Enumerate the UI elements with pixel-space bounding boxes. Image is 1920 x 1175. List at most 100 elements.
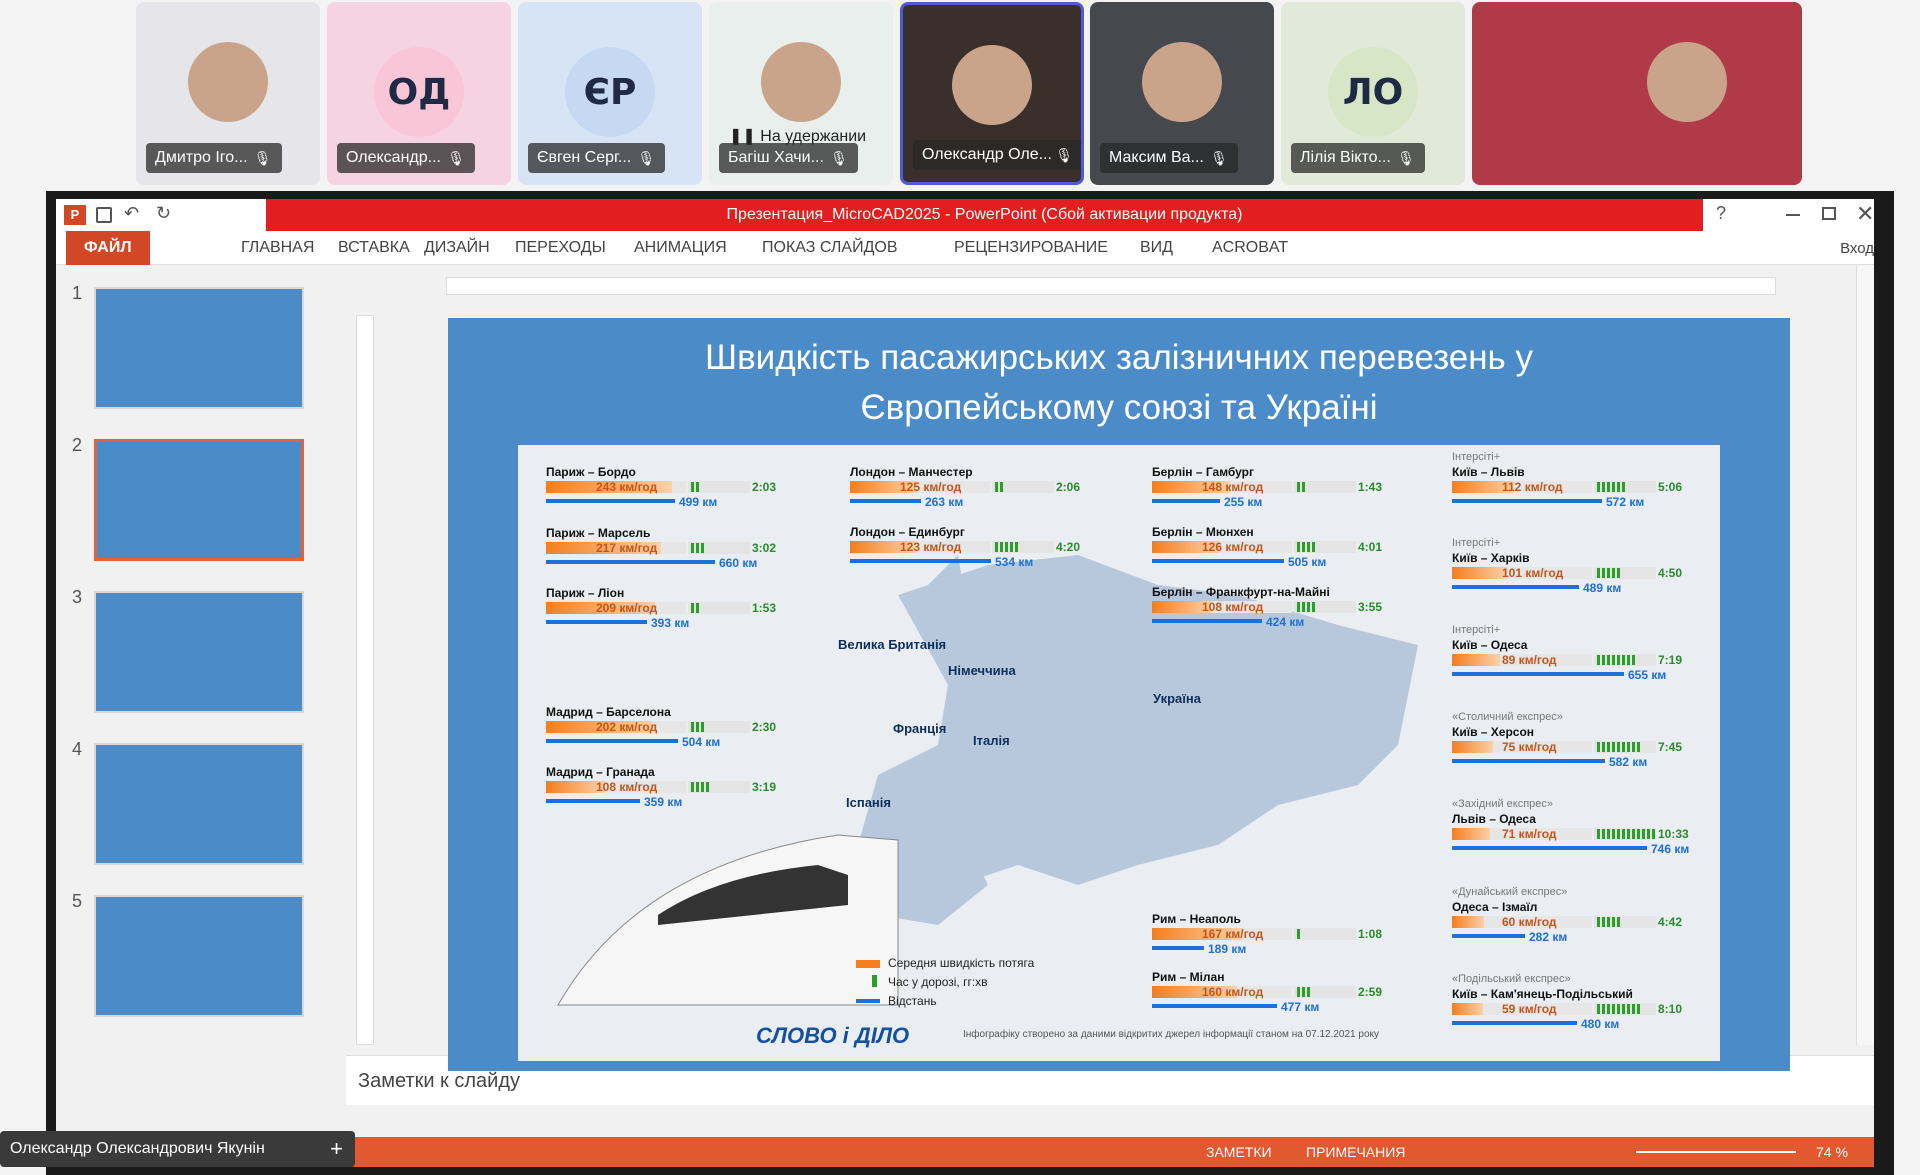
distance-line xyxy=(546,499,675,503)
participant-tile[interactable]: Максим Ва... 🎙 xyxy=(1090,2,1274,185)
slide-thumbnail[interactable] xyxy=(94,287,304,409)
participant-tile[interactable]: ЛО Лілія Вікто... 🎙 xyxy=(1281,2,1465,185)
time-bar xyxy=(688,542,750,554)
ribbon-tab[interactable]: ACROBAT xyxy=(1212,231,1288,265)
mic-muted-icon: 🎙 xyxy=(1210,150,1228,166)
distance-line xyxy=(1152,1004,1277,1008)
distance-value: 746 км xyxy=(1651,842,1690,856)
slide-thumbnail[interactable] xyxy=(94,743,304,865)
time-tick xyxy=(1607,568,1610,578)
avatar-initials: ЛО xyxy=(1328,47,1418,137)
ribbon-tab[interactable]: ФАЙЛ xyxy=(66,231,150,265)
ribbon-tab[interactable]: ПЕРЕХОДЫ xyxy=(515,231,606,265)
route-train-type: «Дунайський експрес» xyxy=(1452,886,1568,898)
time-tick xyxy=(1015,542,1018,552)
participant-tile[interactable]: ❚❚ На удержании Багіш Хачи... 🎙 xyxy=(709,2,893,185)
time-tick xyxy=(696,482,699,492)
time-tick xyxy=(1632,742,1635,752)
route-train-type: Інтерсіті+ xyxy=(1452,624,1501,636)
route-card: Інтерсіті+ Київ – Одеса 89 км/год 7:19 655 к… xyxy=(1452,624,1687,690)
speed-fill xyxy=(1452,916,1484,928)
time-value: 4:20 xyxy=(1056,540,1081,554)
time-tick xyxy=(1297,602,1300,612)
route-train-type: Інтерсіті+ xyxy=(1452,451,1501,463)
distance-line xyxy=(1452,1021,1577,1025)
add-icon[interactable]: + xyxy=(330,1131,343,1167)
speed-bar: 59 км/год xyxy=(1452,1002,1592,1016)
time-tick xyxy=(1597,655,1600,665)
distance-value: 480 км xyxy=(1581,1017,1620,1031)
ribbon-tab[interactable]: ВИД xyxy=(1140,231,1173,265)
time-tick xyxy=(1302,482,1305,492)
time-tick xyxy=(696,543,699,553)
participant-tile[interactable]: Дмитро Іго... 🎙 xyxy=(136,2,320,185)
ribbon-tab[interactable]: ВСТАВКА xyxy=(338,231,410,265)
time-value: 1:53 xyxy=(752,601,777,615)
distance-value: 255 км xyxy=(1224,495,1263,509)
zoom-level[interactable]: 74 % xyxy=(1816,1144,1848,1160)
time-tick xyxy=(1597,1004,1600,1014)
speed-value: 108 км/год xyxy=(1202,600,1264,614)
time-tick xyxy=(1617,917,1620,927)
distance-value: 489 км xyxy=(1583,581,1622,595)
signin-link[interactable]: Вход xyxy=(1840,240,1874,257)
time-tick xyxy=(1617,829,1620,839)
route-card: Лондон – Манчестер 125 км/год 2:06 263 км xyxy=(850,465,1085,517)
ribbon-tab[interactable]: ДИЗАЙН xyxy=(424,231,490,265)
vertical-scrollbar[interactable] xyxy=(1856,265,1874,1045)
time-tick xyxy=(1602,829,1605,839)
participant-tile[interactable]: ЄР Євген Серг... 🎙 xyxy=(518,2,702,185)
time-tick xyxy=(696,782,699,792)
time-tick xyxy=(1602,568,1605,578)
participant-tile[interactable] xyxy=(1472,2,1802,185)
time-tick xyxy=(1627,1004,1630,1014)
participant-tile[interactable]: ОД Олександр... 🎙 xyxy=(327,2,511,185)
speed-bar: 112 км/год xyxy=(1452,480,1592,494)
route-card: Мадрид – Гранада 108 км/год 3:19 359 км xyxy=(546,765,781,817)
time-tick xyxy=(1627,829,1630,839)
time-value: 4:50 xyxy=(1658,566,1683,580)
time-tick xyxy=(696,603,699,613)
time-tick xyxy=(1607,829,1610,839)
ribbon-tab[interactable]: ПОКАЗ СЛАЙДОВ xyxy=(762,231,898,265)
time-value: 3:55 xyxy=(1358,600,1383,614)
time-tick xyxy=(1632,829,1635,839)
zoom-slider[interactable] xyxy=(1636,1151,1796,1153)
notes-button[interactable]: ЗАМЕТКИ xyxy=(1206,1144,1272,1160)
ribbon-tab[interactable]: РЕЦЕНЗИРОВАНИЕ xyxy=(954,231,1108,265)
distance-line xyxy=(1152,559,1284,563)
participant-tile[interactable]: Олександр Оле... 🎙 xyxy=(900,2,1084,185)
time-bar xyxy=(1294,541,1356,553)
slide-canvas[interactable]: Швидкість пасажирських залізничних перев… xyxy=(448,318,1790,1071)
speed-value: 101 км/год xyxy=(1502,566,1564,580)
slide-thumbnail[interactable] xyxy=(94,591,304,713)
time-tick xyxy=(1602,482,1605,492)
time-tick xyxy=(1612,742,1615,752)
minimize-icon[interactable] xyxy=(1786,214,1800,216)
time-tick xyxy=(1005,542,1008,552)
speed-bar: 160 км/год xyxy=(1152,985,1292,999)
restore-icon[interactable] xyxy=(1822,207,1836,220)
distance-value: 504 км xyxy=(682,735,721,749)
speed-bar: 243 км/год xyxy=(546,480,686,494)
speed-value: 60 км/год xyxy=(1502,915,1557,929)
legend-time: Час у дорозі, гг:хв xyxy=(888,975,988,989)
time-bar xyxy=(1594,1003,1656,1015)
time-tick xyxy=(1622,742,1625,752)
speed-value: 148 км/год xyxy=(1202,480,1264,494)
slide-thumbnail[interactable] xyxy=(94,895,304,1017)
route-card: Париж – Бордо 243 км/год 2:03 499 км xyxy=(546,465,781,517)
slide-thumbnail[interactable] xyxy=(94,439,304,561)
close-icon[interactable]: ✕ xyxy=(1856,201,1874,227)
time-tick xyxy=(1602,1004,1605,1014)
ribbon-tab[interactable]: ГЛАВНАЯ xyxy=(241,231,314,265)
time-value: 7:45 xyxy=(1658,740,1683,754)
help-icon[interactable]: ? xyxy=(1716,203,1726,224)
undo-icon[interactable]: ↶ xyxy=(124,203,139,224)
time-tick xyxy=(1000,542,1003,552)
redo-icon[interactable]: ↻ xyxy=(156,203,171,224)
ribbon-tab[interactable]: АНИМАЦИЯ xyxy=(634,231,727,265)
time-tick xyxy=(701,782,704,792)
save-icon[interactable] xyxy=(96,207,112,223)
comments-button[interactable]: ПРИМЕЧАНИЯ xyxy=(1306,1144,1405,1160)
